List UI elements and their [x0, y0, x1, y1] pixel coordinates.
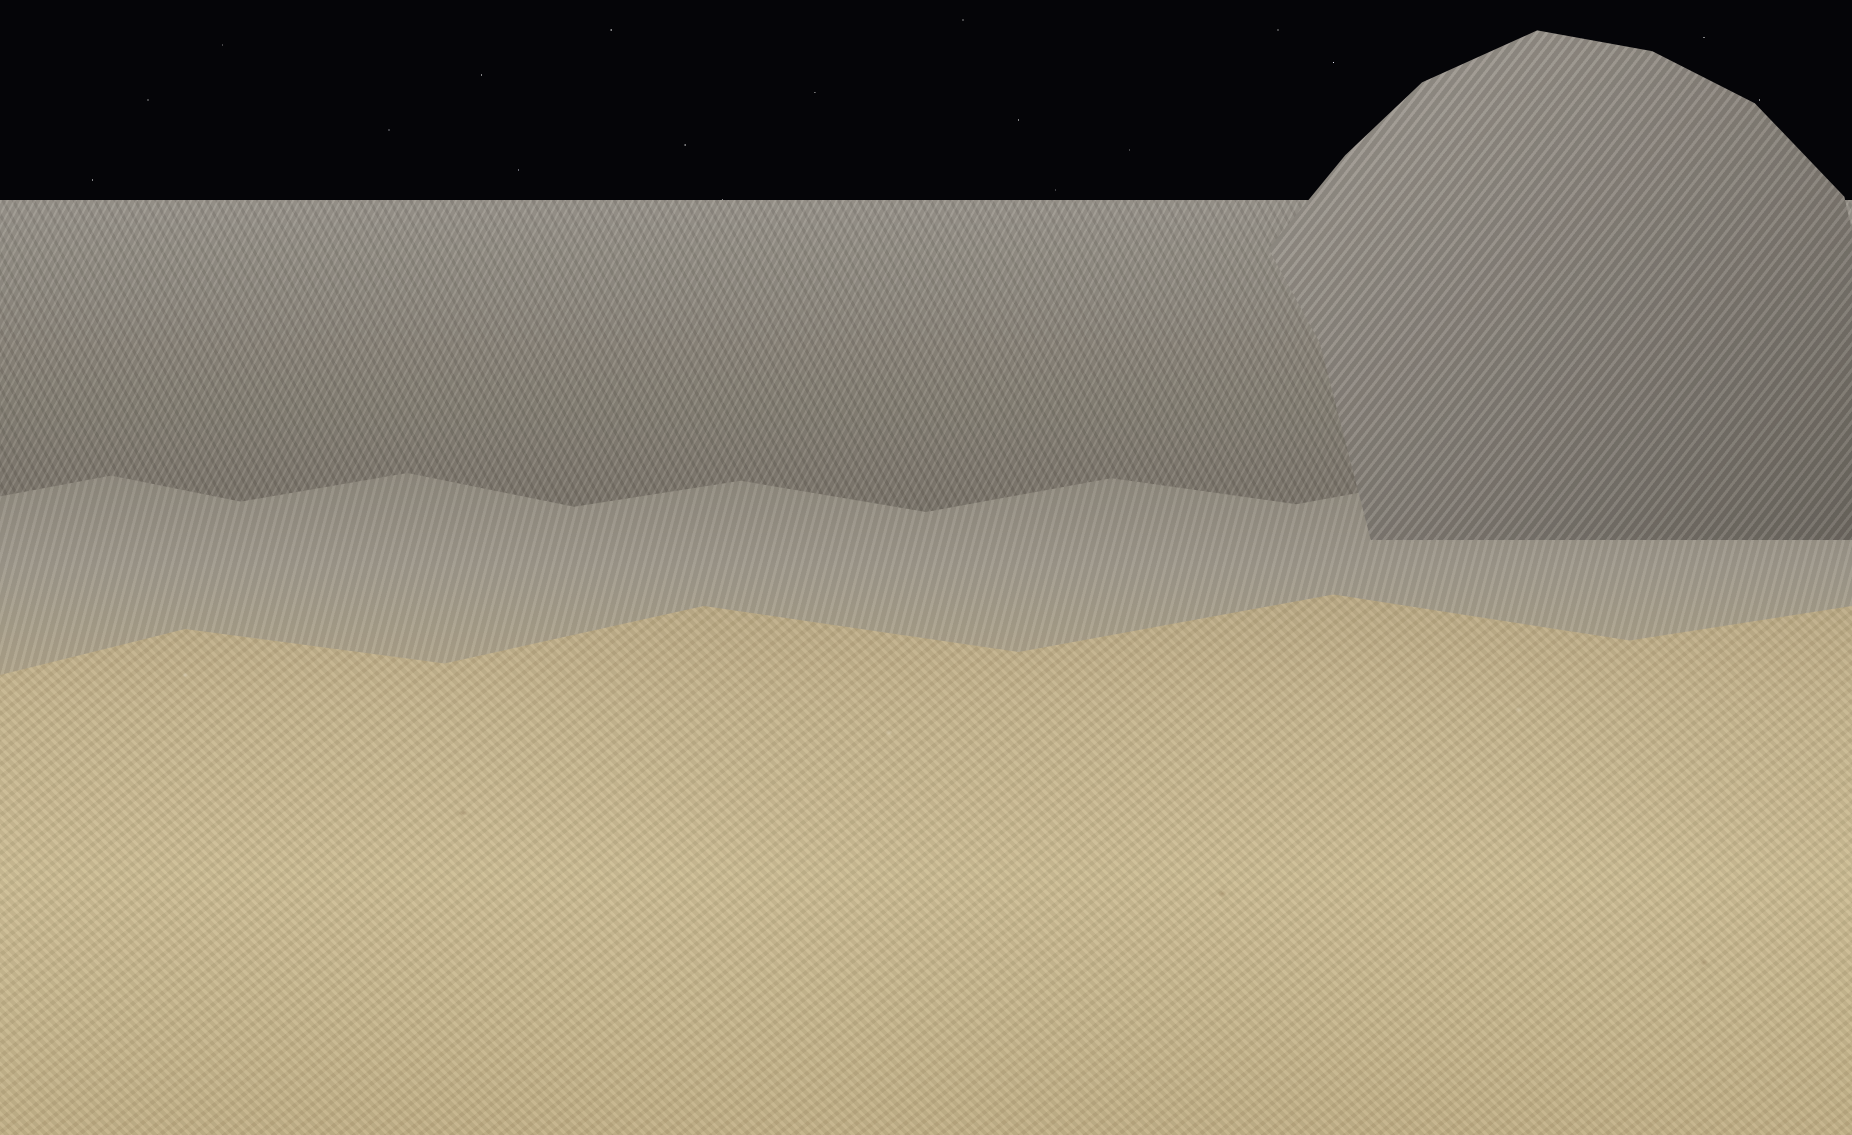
app-root: fps: 167.33 77.26 critters: 128 food: 29… [0, 0, 1852, 1135]
simulation-3d-viewport[interactable] [0, 0, 1852, 1135]
rock-formation-mid [1090, 280, 1570, 560]
terrain-ground [0, 560, 1852, 1135]
